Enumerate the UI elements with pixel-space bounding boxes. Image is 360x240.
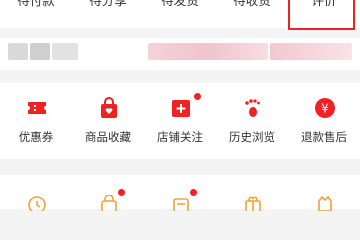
blurred-block	[8, 43, 28, 60]
notification-dot	[194, 93, 201, 100]
blurred-block	[30, 43, 50, 60]
wallet-icon[interactable]	[171, 195, 191, 211]
shortcut-refund[interactable]: ¥ 退款售后	[288, 83, 360, 159]
shortcut-history[interactable]: 历史浏览	[216, 83, 288, 159]
favorite-bag-icon	[101, 97, 117, 118]
notification-dot	[190, 189, 197, 196]
bag-icon[interactable]	[99, 195, 119, 211]
shortcut-label: 退款售后	[301, 130, 347, 144]
blurred-block	[270, 43, 352, 60]
order-status-row: 待付款 待分享 待发货 待收货 评价	[0, 0, 360, 30]
secondary-icon-row	[0, 175, 360, 211]
tab-pending-shipment[interactable]: 待发货	[144, 0, 216, 8]
cat-icon[interactable]	[315, 195, 335, 211]
blurred-block	[148, 43, 268, 60]
blurred-block	[52, 43, 78, 60]
svg-text:¥: ¥	[321, 102, 329, 116]
shortcut-store-follow[interactable]: 店铺关注	[144, 83, 216, 159]
notification-dot	[118, 189, 125, 196]
gift-icon[interactable]	[243, 195, 263, 211]
footprint-icon	[245, 99, 260, 117]
shortcut-grid: 优惠券 商品收藏 店铺关注 历史浏览 ¥ 退款售后	[0, 83, 360, 159]
tab-pending-payment[interactable]: 待付款	[0, 0, 72, 8]
coupon-icon	[28, 102, 46, 114]
highlight-box	[288, 0, 355, 30]
shortcut-label: 店铺关注	[157, 130, 203, 144]
shortcut-favorites[interactable]: 商品收藏	[72, 83, 144, 159]
refund-icon: ¥	[315, 98, 335, 118]
clock-icon[interactable]	[27, 195, 47, 211]
tab-pending-share[interactable]: 待分享	[72, 0, 144, 8]
store-follow-icon	[172, 100, 190, 117]
shortcut-label: 商品收藏	[85, 130, 131, 144]
shortcut-label: 优惠券	[18, 130, 54, 144]
shortcut-label: 历史浏览	[229, 130, 275, 144]
tab-pending-receipt[interactable]: 待收货	[216, 0, 288, 8]
shortcut-coupons[interactable]: 优惠券	[0, 83, 72, 159]
blurred-banner[interactable]	[0, 38, 360, 70]
